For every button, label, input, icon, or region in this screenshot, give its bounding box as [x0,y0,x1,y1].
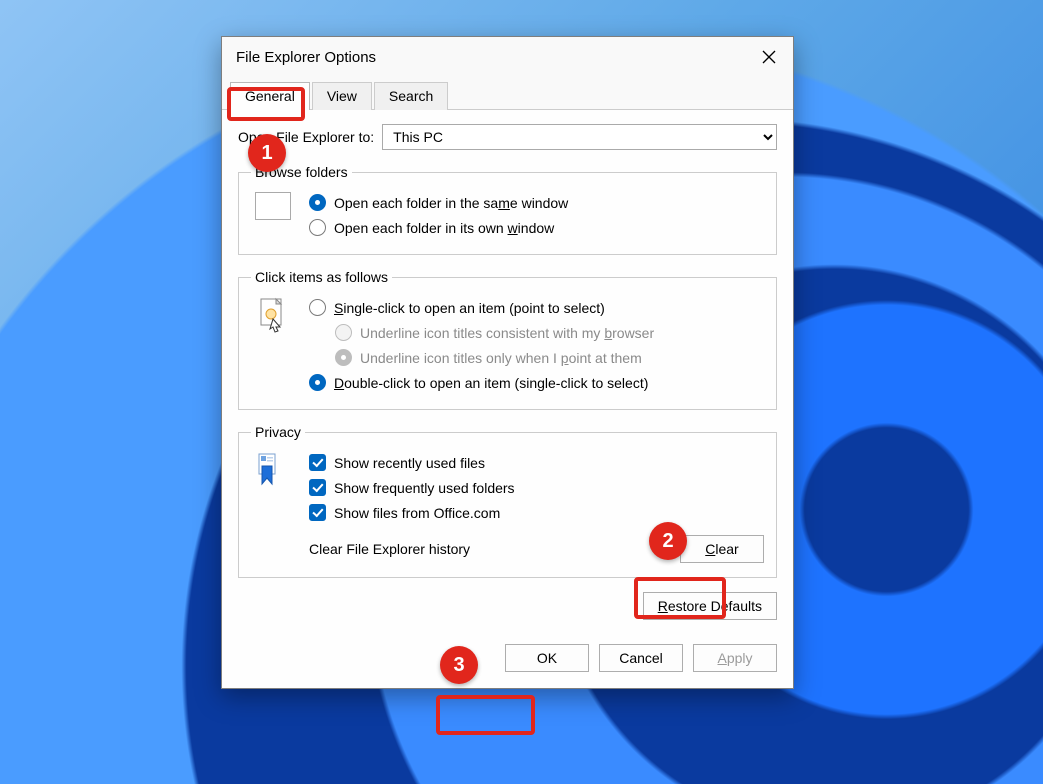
radio-single-click[interactable]: Single-click to open an item (point to s… [309,295,764,320]
tab-general[interactable]: General [230,82,310,110]
apply-button[interactable]: Apply [693,644,777,672]
radio-icon [335,349,352,366]
radio-icon [309,219,326,236]
tabstrip: General View Search [222,77,793,110]
tab-body-general: Open File Explorer to: This PC Browse fo… [222,110,793,632]
privacy-group: Privacy Show re [238,424,777,578]
browse-folders-legend: Browse folders [251,164,352,180]
checkbox-icon [309,479,326,496]
radio-icon [309,374,326,391]
checkbox-icon [309,504,326,521]
close-button[interactable] [745,37,793,77]
clear-button[interactable]: Clear [680,535,764,563]
highlight-ok-button [436,695,535,735]
check-office-files[interactable]: Show files from Office.com [309,500,764,525]
radio-underline-point: Underline icon titles only when I point … [309,345,764,370]
radio-own-window[interactable]: Open each folder in its own window [309,215,764,240]
desktop-background: File Explorer Options General View Searc… [0,0,1043,784]
restore-defaults-button[interactable]: Restore Defaults [643,592,777,620]
open-to-row: Open File Explorer to: This PC [238,124,777,150]
radio-icon [309,194,326,211]
click-items-group: Click items as follows [238,269,777,410]
cancel-button[interactable]: Cancel [599,644,683,672]
clear-history-label: Clear File Explorer history [309,541,470,557]
privacy-icon [251,450,295,563]
radio-same-window[interactable]: Open each folder in the same window [309,190,764,215]
checkbox-icon [309,454,326,471]
tab-view[interactable]: View [312,82,372,110]
check-frequent-folders[interactable]: Show frequently used folders [309,475,764,500]
ok-button[interactable]: OK [505,644,589,672]
open-to-label: Open File Explorer to: [238,129,374,145]
dialog-footer: OK Cancel Apply [222,632,793,688]
check-recent-files[interactable]: Show recently used files [309,450,764,475]
tab-search[interactable]: Search [374,82,448,110]
radio-icon [309,299,326,316]
titlebar: File Explorer Options [222,37,793,77]
folder-icon [251,190,295,240]
radio-icon [335,324,352,341]
dialog-title: File Explorer Options [236,49,745,66]
radio-underline-browser: Underline icon titles consistent with my… [309,320,764,345]
browse-folders-group: Browse folders Open each folder in the s… [238,164,777,255]
file-explorer-options-dialog: File Explorer Options General View Searc… [221,36,794,689]
file-click-icon [251,295,295,395]
click-items-legend: Click items as follows [251,269,392,285]
privacy-legend: Privacy [251,424,305,440]
open-to-combo[interactable]: This PC [382,124,777,150]
radio-double-click[interactable]: Double-click to open an item (single-cli… [309,370,764,395]
close-icon [762,50,776,64]
